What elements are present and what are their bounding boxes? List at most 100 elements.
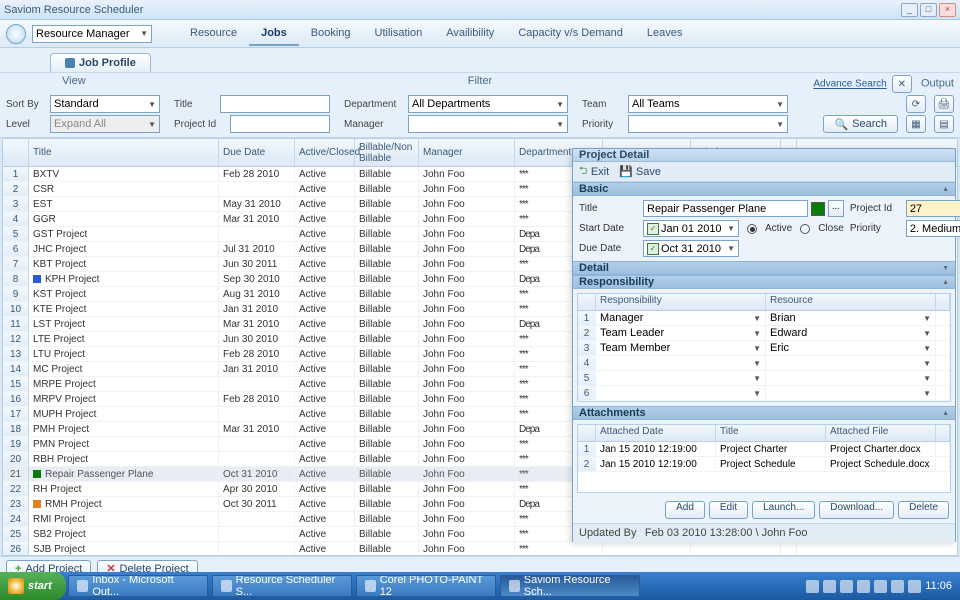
collapse-icon: ▲ (942, 186, 949, 193)
search-button[interactable]: 🔍 Search (823, 115, 898, 133)
subtab-job-profile[interactable]: Job Profile (50, 53, 151, 72)
tab-booking[interactable]: Booking (299, 22, 363, 46)
tab-availibility[interactable]: Availibility (434, 22, 506, 46)
col-manager[interactable]: Manager (419, 139, 515, 166)
filter-title-input[interactable] (220, 95, 330, 113)
close-radio[interactable] (800, 224, 810, 234)
tray-icon[interactable] (874, 580, 887, 593)
window-title: Saviom Resource Scheduler (4, 4, 901, 16)
tray-icon[interactable] (891, 580, 904, 593)
taskbar-task[interactable]: Saviom Resource Sch... (500, 575, 640, 597)
color-picker-button[interactable]: ... (828, 200, 844, 217)
window-titlebar: Saviom Resource Scheduler _ □ × (0, 0, 960, 20)
save-button[interactable]: 💾 Save (619, 165, 661, 178)
maximize-button[interactable]: □ (920, 3, 937, 17)
windows-logo-icon (8, 578, 24, 594)
attachments-table: Attached Date Title Attached File 1Jan 1… (577, 424, 951, 493)
detail-startdate-input[interactable]: ✓ Jan 01 2010 ▼ (643, 220, 739, 237)
attachment-download-button[interactable]: Download... (819, 501, 894, 519)
color-swatch[interactable] (811, 202, 825, 216)
att-col-title: Title (716, 425, 826, 441)
close-button[interactable]: × (939, 3, 956, 17)
tray-icon[interactable] (840, 580, 853, 593)
attachments-section-header[interactable]: Attachments ▲ (573, 406, 955, 420)
tab-jobs[interactable]: Jobs (249, 22, 299, 46)
role-dropdown[interactable]: Resource Manager ▼ (32, 25, 152, 43)
sort-by-select[interactable]: Standard▼ (50, 95, 160, 113)
taskbar-task[interactable]: Resource Scheduler S... (212, 575, 352, 597)
attachment-row[interactable]: 2Jan 15 2010 12:19:00Project SchedulePro… (578, 457, 950, 472)
filter-priority-select[interactable]: ▼ (628, 115, 788, 133)
print-icon[interactable]: 🖨 (934, 95, 954, 113)
detail-section-header[interactable]: Detail ▼ (573, 261, 955, 275)
tray-icon[interactable] (806, 580, 819, 593)
start-button[interactable]: start (0, 572, 66, 600)
col-title[interactable]: Title (29, 139, 219, 166)
calendar-icon: ✓ (647, 243, 659, 255)
active-radio[interactable] (747, 224, 757, 234)
detail-priority-select[interactable]: 2. Medium▼ (906, 220, 960, 237)
responsibility-row[interactable]: 3Team Member▼Eric▼ (578, 341, 950, 356)
level-select[interactable]: Expand All▼ (50, 115, 160, 133)
basic-section-header[interactable]: Basic ▲ (573, 182, 955, 196)
filter-department-label: Department (344, 99, 402, 110)
att-col-date: Attached Date (596, 425, 716, 441)
tab-utilisation[interactable]: Utilisation (363, 22, 435, 46)
detail-projectid-label: Project Id (850, 203, 900, 214)
chevron-down-icon: ▼ (140, 29, 148, 38)
clock: 11:06 (925, 580, 952, 592)
module-tabs: ResourceJobsBookingUtilisationAvailibili… (178, 22, 694, 46)
filter-projectid-input[interactable] (230, 115, 330, 133)
detail-duedate-input[interactable]: ✓ Oct 31 2010 ▼ (643, 240, 739, 257)
detail-title-input[interactable]: Repair Passenger Plane (643, 200, 808, 217)
advance-search-icon[interactable]: ✕ (892, 75, 912, 93)
responsibility-row[interactable]: 1Manager▼Brian▼ (578, 311, 950, 326)
subtab-row: Job Profile (0, 48, 960, 72)
filter-team-select[interactable]: All Teams▼ (628, 95, 788, 113)
detail-projectid-input[interactable]: 27 (906, 200, 960, 217)
detail-duedate-label: Due Date (579, 243, 637, 254)
app-orb-icon[interactable] (6, 24, 26, 44)
tab-resource[interactable]: Resource (178, 22, 249, 46)
refresh-icon[interactable]: ⟳ (906, 95, 926, 113)
table-row[interactable]: 26SJB ProjectActiveBillableJohn Foo*** (3, 542, 957, 556)
filter-priority-label: Priority (582, 119, 622, 130)
responsibility-row[interactable]: 6▼▼ (578, 386, 950, 401)
save-icon: 💾 (619, 165, 633, 178)
export-icon[interactable]: ▤ (934, 115, 954, 133)
system-tray: 11:06 (798, 580, 960, 593)
col-active-closed[interactable]: Active/Closed (295, 139, 355, 166)
attachment-add-button[interactable]: Add (665, 501, 705, 519)
tray-icon[interactable] (857, 580, 870, 593)
col-billable[interactable]: Billable/Non Billable (355, 139, 419, 166)
exit-button[interactable]: ⮌ Exit (579, 162, 609, 181)
advance-search-link[interactable]: Advance Search (813, 79, 886, 90)
tab-leaves[interactable]: Leaves (635, 22, 694, 46)
col-due-date[interactable]: Due Date (219, 139, 295, 166)
filter-manager-select[interactable]: ▼ (408, 115, 568, 133)
detail-toolbar: ⮌ Exit 💾 Save (573, 162, 955, 182)
taskbar-task[interactable]: Inbox - Microsoft Out... (68, 575, 208, 597)
responsibility-row[interactable]: 5▼▼ (578, 371, 950, 386)
attachment-launch-button[interactable]: Launch... (752, 501, 815, 519)
responsibility-row[interactable]: 2Team Leader▼Edward▼ (578, 326, 950, 341)
filter-department-select[interactable]: All Departments▼ (408, 95, 568, 113)
attachment-delete-button[interactable]: Delete (898, 501, 949, 519)
role-value: Resource Manager (36, 28, 130, 40)
filter-projectid-label: Project Id (174, 119, 224, 130)
filter-manager-label: Manager (344, 119, 402, 130)
minimize-button[interactable]: _ (901, 3, 918, 17)
responsibility-section-header[interactable]: Responsibility ▲ (573, 275, 955, 289)
responsibility-row[interactable]: 4▼▼ (578, 356, 950, 371)
top-toolbar: Resource Manager ▼ ResourceJobsBookingUt… (0, 20, 960, 48)
attachment-row[interactable]: 1Jan 15 2010 12:19:00Project CharterProj… (578, 442, 950, 457)
attachment-edit-button[interactable]: Edit (709, 501, 748, 519)
tray-icon[interactable] (823, 580, 836, 593)
tab-capacity-v-s-demand[interactable]: Capacity v/s Demand (506, 22, 635, 46)
export-excel-icon[interactable]: ▦ (906, 115, 926, 133)
profile-icon (65, 58, 75, 68)
tray-icon[interactable] (908, 580, 921, 593)
detail-title: Project Detail (573, 149, 955, 162)
taskbar-task[interactable]: Corel PHOTO-PAINT 12 (356, 575, 496, 597)
expand-icon: ▼ (942, 265, 949, 272)
